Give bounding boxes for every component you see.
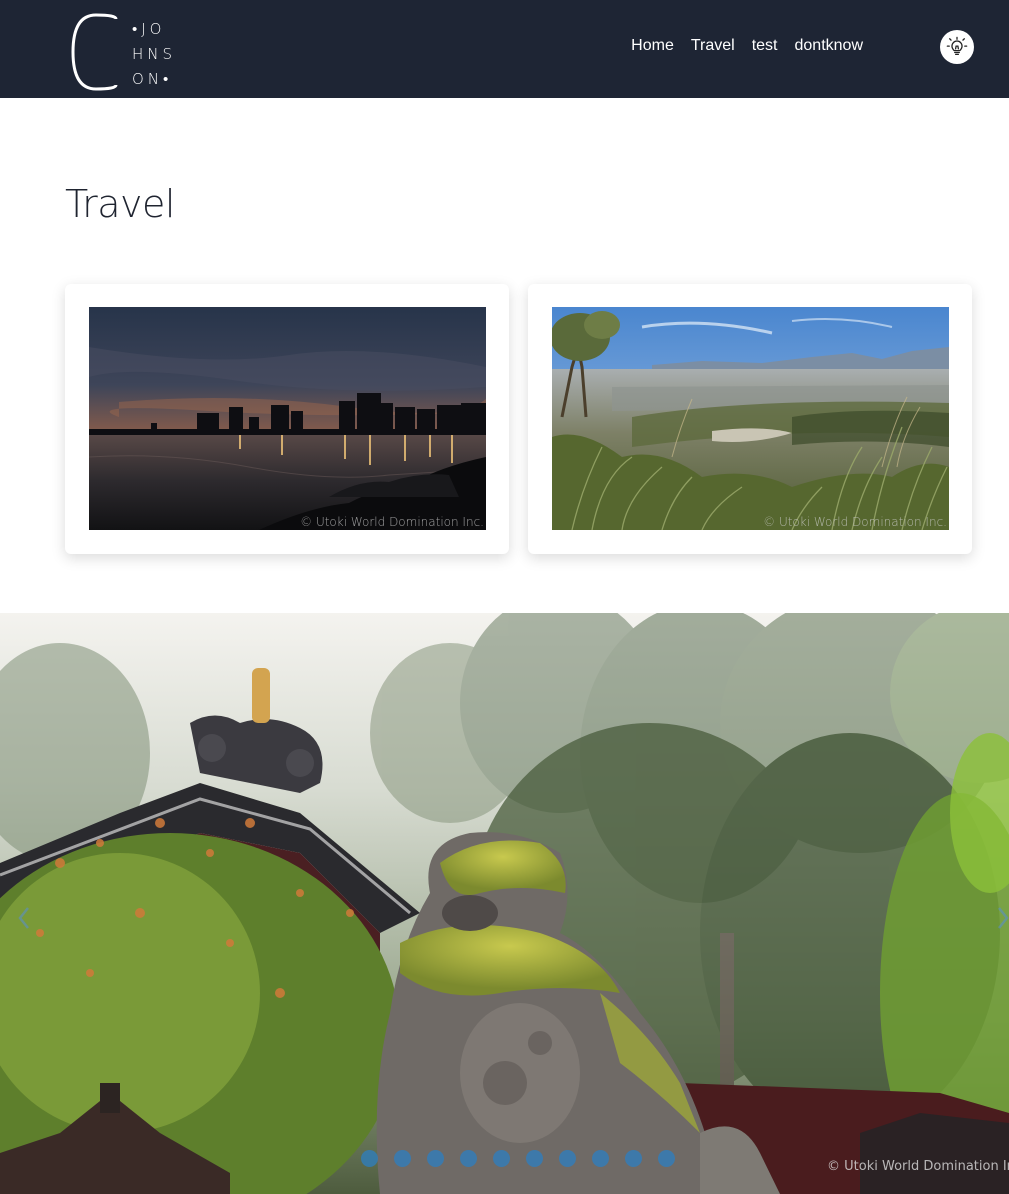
nav-home-link[interactable]: Home (631, 37, 674, 55)
page-title: Travel (65, 182, 175, 226)
nav-dontknow-link[interactable]: dontknow (795, 37, 864, 55)
logo-line: ON• (132, 70, 173, 88)
carousel-dot[interactable] (394, 1150, 411, 1167)
carousel-next-button[interactable] (995, 903, 1009, 933)
hero-carousel: © Utoki World Domination Inc. (0, 613, 1009, 1194)
card-image-grassland-valley: © Utoki World Domination Inc. (552, 307, 949, 530)
carousel-dot[interactable] (592, 1150, 609, 1167)
travel-card[interactable]: © Utoki World Domination Inc. (65, 284, 509, 554)
carousel-indicators (361, 1150, 675, 1167)
carousel-prev-button[interactable] (14, 903, 34, 933)
chevron-right-icon (998, 907, 1009, 929)
logo-text: •JO HNS ON• (132, 17, 176, 92)
chevron-left-icon (18, 907, 29, 929)
carousel-dot[interactable] (625, 1150, 642, 1167)
carousel-copyright: © Utoki World Domination Inc. (827, 1159, 1009, 1174)
carousel-dot[interactable] (460, 1150, 477, 1167)
top-navbar: •JO HNS ON• Home Travel test dontknow (0, 0, 1009, 98)
lightbulb-icon (946, 36, 968, 55)
carousel-image-mossy-lion-shrine (0, 613, 1009, 1194)
nav-travel-link[interactable]: Travel (691, 37, 735, 55)
site-logo[interactable]: •JO HNS ON• (70, 13, 190, 92)
image-copyright: © Utoki World Domination Inc. (763, 515, 947, 529)
card-image-city-skyline: © Utoki World Domination Inc. (89, 307, 486, 530)
nav-test-link[interactable]: test (752, 37, 778, 55)
logo-line: HNS (132, 45, 177, 63)
logo-line: •JO (132, 20, 166, 38)
carousel-dot[interactable] (526, 1150, 543, 1167)
travel-card[interactable]: © Utoki World Domination Inc. (528, 284, 972, 554)
carousel-dot[interactable] (427, 1150, 444, 1167)
carousel-dot[interactable] (361, 1150, 378, 1167)
carousel-dot[interactable] (559, 1150, 576, 1167)
logo-c-mark (71, 13, 118, 91)
main-nav: Home Travel test dontknow (614, 37, 863, 55)
carousel-dot[interactable] (493, 1150, 510, 1167)
carousel-dot[interactable] (658, 1150, 675, 1167)
theme-toggle-button[interactable] (940, 30, 974, 64)
image-copyright: © Utoki World Domination Inc. (300, 515, 484, 529)
